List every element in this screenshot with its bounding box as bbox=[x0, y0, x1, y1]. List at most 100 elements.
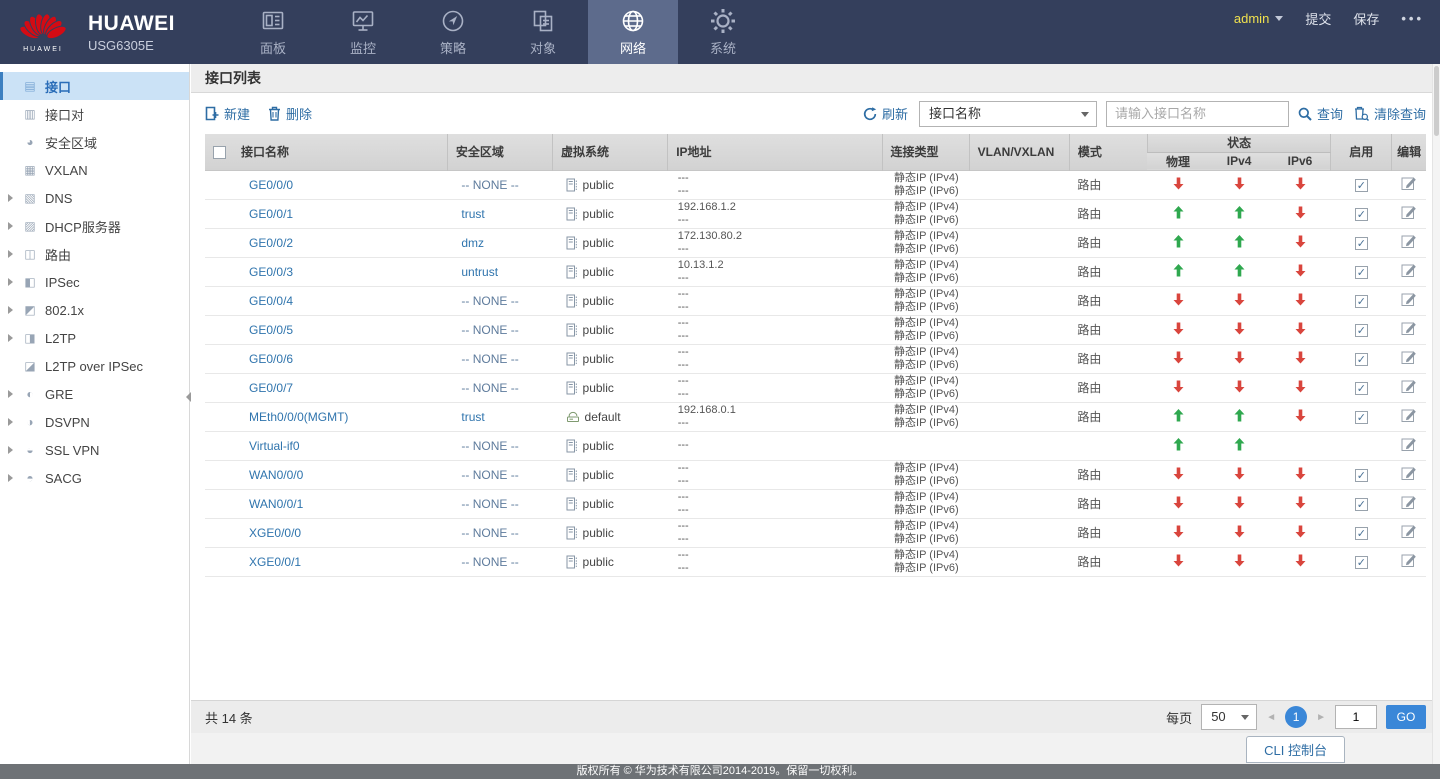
interface-link[interactable]: GE0/0/2 bbox=[249, 236, 293, 250]
user-menu[interactable]: admin bbox=[1234, 11, 1284, 26]
sidebar-item-dns[interactable]: ▧ DNS bbox=[0, 184, 189, 212]
edit-button[interactable] bbox=[1401, 233, 1417, 249]
enable-checkbox[interactable]: ✓ bbox=[1354, 236, 1368, 250]
zone-link[interactable]: -- NONE -- bbox=[461, 555, 518, 569]
zone-link[interactable]: -- NONE -- bbox=[461, 178, 518, 192]
interface-link[interactable]: GE0/0/6 bbox=[249, 352, 293, 366]
enable-checkbox[interactable]: ✓ bbox=[1354, 207, 1368, 221]
expand-arrow-icon[interactable] bbox=[0, 334, 20, 342]
expand-arrow-icon[interactable] bbox=[0, 390, 20, 398]
expand-arrow-icon[interactable] bbox=[0, 306, 20, 314]
interface-link[interactable]: XGE0/0/1 bbox=[249, 555, 301, 569]
more-menu-button[interactable]: ••• bbox=[1401, 11, 1424, 26]
interface-link[interactable]: GE0/0/3 bbox=[249, 265, 293, 279]
clear-query-button[interactable]: 清除查询 bbox=[1354, 104, 1426, 123]
edit-button[interactable] bbox=[1401, 552, 1417, 568]
edit-button[interactable] bbox=[1401, 262, 1417, 278]
page-jump-input[interactable] bbox=[1335, 705, 1377, 729]
scrollbar-thumb[interactable] bbox=[1434, 66, 1439, 136]
expand-arrow-icon[interactable] bbox=[0, 474, 20, 482]
interface-link[interactable]: XGE0/0/0 bbox=[249, 526, 301, 540]
interface-link[interactable]: GE0/0/5 bbox=[249, 323, 293, 337]
interface-link[interactable]: GE0/0/7 bbox=[249, 381, 293, 395]
search-input[interactable] bbox=[1105, 100, 1289, 127]
save-button[interactable]: 保存 bbox=[1353, 9, 1379, 28]
zone-link[interactable]: trust bbox=[461, 207, 484, 221]
sidebar-collapse-icon[interactable] bbox=[186, 392, 191, 402]
zone-link[interactable]: trust bbox=[461, 410, 484, 424]
nav-tab-object[interactable]: 对象 bbox=[498, 0, 588, 64]
sidebar-item-security-zone[interactable]: ◕ 安全区域 bbox=[0, 128, 189, 156]
sidebar-item-route[interactable]: ◫ 路由 bbox=[0, 240, 189, 268]
edit-button[interactable] bbox=[1401, 349, 1417, 365]
interface-link[interactable]: WAN0/0/0 bbox=[249, 468, 303, 482]
nav-tab-system[interactable]: 系统 bbox=[678, 0, 768, 64]
zone-link[interactable]: -- NONE -- bbox=[461, 352, 518, 366]
interface-link[interactable]: WAN0/0/1 bbox=[249, 497, 303, 511]
interface-link[interactable]: GE0/0/0 bbox=[249, 178, 293, 192]
expand-arrow-icon[interactable] bbox=[0, 250, 20, 258]
commit-button[interactable]: 提交 bbox=[1305, 9, 1331, 28]
sidebar-item-l2tp[interactable]: ◨ L2TP bbox=[0, 324, 189, 352]
cli-console-button[interactable]: CLI 控制台 bbox=[1246, 736, 1345, 763]
sidebar-item-dsvpn[interactable]: ◑ DSVPN bbox=[0, 408, 189, 436]
expand-arrow-icon[interactable] bbox=[0, 446, 20, 454]
nav-tab-monitor[interactable]: 监控 bbox=[318, 0, 408, 64]
edit-button[interactable] bbox=[1401, 465, 1417, 481]
zone-link[interactable]: untrust bbox=[461, 265, 498, 279]
nav-tab-policy[interactable]: 策略 bbox=[408, 0, 498, 64]
zone-link[interactable]: dmz bbox=[461, 236, 484, 250]
expand-arrow-icon[interactable] bbox=[0, 278, 20, 286]
edit-button[interactable] bbox=[1401, 320, 1417, 336]
sidebar-item-l2tp-over-ipsec[interactable]: ◪ L2TP over IPSec bbox=[0, 352, 189, 380]
delete-button[interactable]: 删除 bbox=[268, 104, 312, 123]
refresh-button[interactable]: 刷新 bbox=[863, 104, 908, 123]
edit-button[interactable] bbox=[1401, 291, 1417, 307]
zone-link[interactable]: -- NONE -- bbox=[461, 526, 518, 540]
current-page-button[interactable]: 1 bbox=[1285, 706, 1308, 728]
filter-field-select[interactable]: 接口名称 bbox=[918, 100, 1097, 127]
edit-button[interactable] bbox=[1401, 407, 1417, 423]
per-page-select[interactable]: 50 bbox=[1201, 704, 1258, 730]
nav-tab-dashboard[interactable]: 面板 bbox=[228, 0, 318, 64]
edit-button[interactable] bbox=[1401, 436, 1417, 452]
enable-checkbox[interactable]: ✓ bbox=[1354, 178, 1368, 192]
enable-checkbox[interactable]: ✓ bbox=[1354, 381, 1368, 395]
sidebar-item-interface-pair[interactable]: ▥ 接口对 bbox=[0, 100, 189, 128]
query-button[interactable]: 查询 bbox=[1298, 104, 1343, 123]
interface-link[interactable]: MEth0/0/0(MGMT) bbox=[249, 410, 348, 424]
expand-arrow-icon[interactable] bbox=[0, 222, 20, 230]
enable-checkbox[interactable]: ✓ bbox=[1354, 265, 1368, 279]
page-scrollbar[interactable] bbox=[1432, 64, 1440, 764]
zone-link[interactable]: -- NONE -- bbox=[461, 381, 518, 395]
zone-link[interactable]: -- NONE -- bbox=[461, 497, 518, 511]
enable-checkbox[interactable]: ✓ bbox=[1354, 410, 1368, 424]
sidebar-item-ssl-vpn[interactable]: ◒ SSL VPN bbox=[0, 436, 189, 464]
expand-arrow-icon[interactable] bbox=[0, 194, 20, 202]
edit-button[interactable] bbox=[1401, 378, 1417, 394]
prev-page-icon[interactable]: ◄ bbox=[1266, 712, 1276, 723]
zone-link[interactable]: -- NONE -- bbox=[461, 323, 518, 337]
sidebar-item-dhcp-server[interactable]: ▨ DHCP服务器 bbox=[0, 212, 189, 240]
interface-link[interactable]: Virtual-if0 bbox=[249, 439, 299, 453]
sidebar-item-sacg[interactable]: ◓ SACG bbox=[0, 464, 189, 492]
sidebar-item-vxlan[interactable]: ▦ VXLAN bbox=[0, 156, 189, 184]
sidebar-item-ipsec[interactable]: ◧ IPSec bbox=[0, 268, 189, 296]
enable-checkbox[interactable]: ✓ bbox=[1354, 294, 1368, 308]
sidebar-item-gre[interactable]: ◐ GRE bbox=[0, 380, 189, 408]
zone-link[interactable]: -- NONE -- bbox=[461, 439, 518, 453]
edit-button[interactable] bbox=[1401, 175, 1417, 191]
enable-checkbox[interactable]: ✓ bbox=[1354, 526, 1368, 540]
select-all-checkbox[interactable] bbox=[213, 145, 226, 159]
sidebar-item-dot1x[interactable]: ◩ 802.1x bbox=[0, 296, 189, 324]
expand-arrow-icon[interactable] bbox=[0, 418, 20, 426]
edit-button[interactable] bbox=[1401, 523, 1417, 539]
sidebar-item-interface[interactable]: ▤ 接口 bbox=[0, 72, 189, 100]
edit-button[interactable] bbox=[1401, 204, 1417, 220]
enable-checkbox[interactable]: ✓ bbox=[1354, 497, 1368, 511]
interface-link[interactable]: GE0/0/4 bbox=[249, 294, 293, 308]
go-button[interactable]: GO bbox=[1386, 705, 1426, 729]
new-button[interactable]: 新建 bbox=[205, 104, 250, 123]
enable-checkbox[interactable]: ✓ bbox=[1354, 352, 1368, 366]
interface-link[interactable]: GE0/0/1 bbox=[249, 207, 293, 221]
